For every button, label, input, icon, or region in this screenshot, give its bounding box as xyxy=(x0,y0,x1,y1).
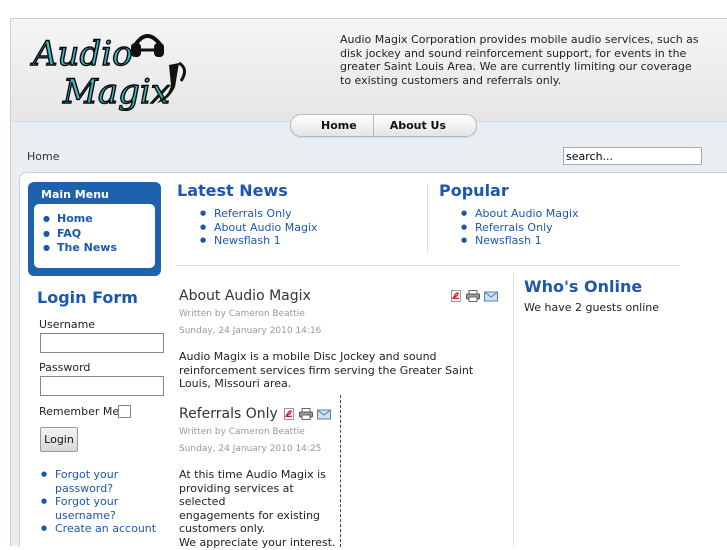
login-link-item: Forgot your username? xyxy=(39,495,169,522)
top-navigation: Home About Us xyxy=(290,114,478,137)
latest-news-link[interactable]: About Audio Magix xyxy=(214,221,318,234)
article-actions xyxy=(283,408,331,420)
article-title[interactable]: Referrals Only xyxy=(179,406,278,422)
article-body-line: customers only. xyxy=(179,522,266,536)
main-menu-item-home: Home xyxy=(43,212,117,227)
email-icon[interactable] xyxy=(317,408,331,420)
login-link-item: Forgot your password? xyxy=(39,468,169,495)
article-date: Sunday, 24 January 2010 14:25 xyxy=(179,444,322,454)
email-icon[interactable] xyxy=(484,290,498,302)
article-author: Written by Cameron Beattie xyxy=(179,427,305,437)
list-item: Newsflash 1 xyxy=(200,234,318,248)
pdf-icon[interactable] xyxy=(450,290,462,302)
remember-me-checkbox[interactable] xyxy=(118,405,131,418)
article-body: At this time Audio Magix is providing se… xyxy=(179,468,339,550)
list-item: Newsflash 1 xyxy=(461,234,579,248)
list-item: About Audio Magix xyxy=(200,221,318,235)
divider xyxy=(513,273,514,547)
popular-link[interactable]: Referrals Only xyxy=(475,221,553,234)
password-label: Password xyxy=(39,361,91,374)
remember-me-label: Remember Me xyxy=(39,405,120,418)
content-area: Main Menu Home FAQ The News Login Form U… xyxy=(19,172,727,550)
print-icon[interactable] xyxy=(299,408,313,420)
whos-online-text: We have 2 guests online xyxy=(524,301,660,314)
login-link-item: Create an account xyxy=(39,522,169,536)
page-container: Audio Magix Audio Magix Corporation prov… xyxy=(10,18,727,550)
username-field[interactable] xyxy=(40,333,164,353)
main-menu-link-home[interactable]: Home xyxy=(57,212,93,225)
article-author: Written by Cameron Beattie xyxy=(179,309,305,319)
article-body: Audio Magix is a mobile Disc Jockey and … xyxy=(179,350,474,391)
divider xyxy=(427,183,428,253)
latest-news-list: Referrals Only About Audio Magix Newsfla… xyxy=(200,207,318,248)
divider xyxy=(175,265,680,266)
main-menu-list-box: Home FAQ The News xyxy=(34,204,155,268)
search-input[interactable] xyxy=(563,147,702,165)
article-body-line: We appreciate your interest. xyxy=(179,535,336,549)
column-divider xyxy=(340,395,341,547)
breadcrumb: Home xyxy=(27,150,60,163)
nav-about-us[interactable]: About Us xyxy=(372,115,476,136)
headphones-icon xyxy=(131,34,164,57)
audio-magix-logo[interactable]: Audio Magix xyxy=(29,25,189,111)
svg-text:Magix: Magix xyxy=(62,72,170,111)
latest-news-link[interactable]: Newsflash 1 xyxy=(214,234,281,247)
main-menu-item-news: The News xyxy=(43,241,117,256)
article-body-line: engagements for existing xyxy=(179,508,321,522)
print-icon[interactable] xyxy=(466,290,480,302)
article-title[interactable]: About Audio Magix xyxy=(179,288,311,304)
main-menu: Main Menu Home FAQ The News xyxy=(28,182,161,276)
list-item: About Audio Magix xyxy=(461,207,579,221)
popular-title: Popular xyxy=(439,181,509,200)
article-actions xyxy=(450,290,498,302)
popular-link[interactable]: About Audio Magix xyxy=(475,207,579,220)
login-form: Login Form Username Password Remember Me… xyxy=(37,288,177,536)
pdf-icon[interactable] xyxy=(283,408,295,420)
login-button[interactable]: Login xyxy=(40,427,78,452)
password-field[interactable] xyxy=(40,376,164,396)
create-account-link[interactable]: Create an account xyxy=(55,522,156,535)
nav-home[interactable]: Home xyxy=(291,115,373,136)
forgot-username-link[interactable]: Forgot your username? xyxy=(55,495,118,522)
main-menu-item-faq: FAQ xyxy=(43,227,117,242)
main-menu-title: Main Menu xyxy=(41,188,109,201)
whos-online-title: Who's Online xyxy=(524,277,643,296)
popular-list: About Audio Magix Referrals Only Newsfla… xyxy=(461,207,579,248)
article-date: Sunday, 24 January 2010 14:16 xyxy=(179,326,322,336)
forgot-password-link[interactable]: Forgot your password? xyxy=(55,468,118,495)
article-body-line: providing services at selected xyxy=(179,481,294,509)
intro-text: Audio Magix Corporation provides mobile … xyxy=(340,33,699,87)
username-label: Username xyxy=(39,318,96,331)
login-form-title: Login Form xyxy=(37,288,138,307)
article-body-line: At this time Audio Magix is xyxy=(179,468,326,481)
popular-link[interactable]: Newsflash 1 xyxy=(475,234,542,247)
latest-news-title: Latest News xyxy=(177,181,288,200)
login-links: Forgot your password? Forgot your userna… xyxy=(39,468,169,536)
header: Audio Magix Audio Magix Corporation prov… xyxy=(11,19,727,122)
list-item: Referrals Only xyxy=(200,207,318,221)
latest-news-link[interactable]: Referrals Only xyxy=(214,207,292,220)
main-menu-link-the-news[interactable]: The News xyxy=(57,241,117,254)
main-menu-link-faq[interactable]: FAQ xyxy=(57,227,81,240)
svg-text:Audio: Audio xyxy=(30,34,133,74)
list-item: Referrals Only xyxy=(461,221,579,235)
